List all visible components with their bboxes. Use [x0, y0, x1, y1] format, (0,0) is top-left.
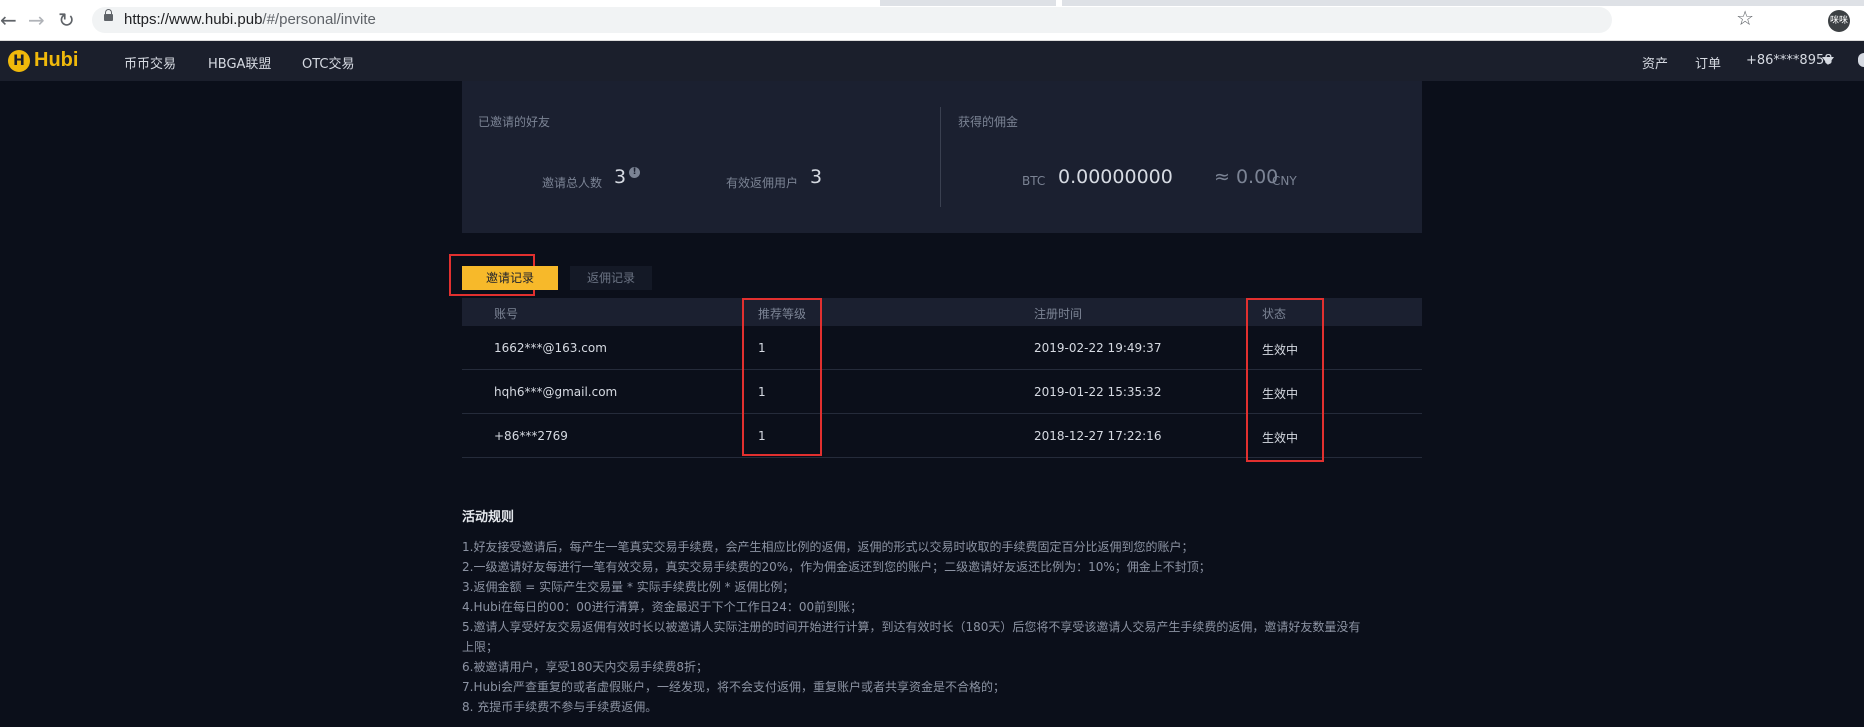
cny-label: CNY	[1272, 174, 1297, 188]
app-header: H Hubi 币币交易 HBGA联盟 OTC交易 资产 订单 +86****89…	[0, 41, 1864, 81]
commission-title: 获得的佣金	[958, 115, 1019, 129]
btc-value: 0.00000000	[1058, 166, 1173, 188]
nav-orders[interactable]: 订单	[1695, 53, 1721, 72]
header-account: 账号	[494, 307, 519, 321]
invite-stats-panel: 已邀请的好友 邀请总人数 3 ! 有效返佣用户 3 获得的佣金 BTC 0.00…	[462, 81, 1422, 233]
rule-line: 2.一级邀请好友每进行一笔有效交易，真实交易手续费的20%，作为佣金返还到您的账…	[462, 560, 1211, 574]
time-cell: 2019-01-22 15:35:32	[1034, 385, 1162, 399]
hubi-logo-text: Hubi	[34, 49, 79, 71]
status-column-highlight	[1246, 298, 1324, 462]
back-icon[interactable]: ←	[0, 10, 17, 30]
user-account-menu[interactable]: +86****8958	[1746, 53, 1833, 68]
url-host: https://www.hubi.pub	[124, 11, 263, 28]
nav-otc-trading[interactable]: OTC交易	[302, 53, 355, 72]
rule-line: 1.好友接受邀请后，每产生一笔真实交易手续费，会产生相应比例的返佣，返佣的形式以…	[462, 540, 1194, 554]
reload-icon[interactable]: ↻	[58, 10, 75, 30]
account-cell: hqh6***@gmail.com	[494, 385, 618, 399]
profile-avatar[interactable]: 咪咪	[1828, 10, 1850, 32]
total-invited-label: 邀请总人数	[542, 176, 603, 190]
rule-line: 7.Hubi会严查重复的或者虚假账户，一经发现，将不会支付返佣，重复账户或者共享…	[462, 680, 1006, 694]
account-cell: +86***2769	[494, 429, 568, 443]
rule-line: 5.邀请人享受好友交易返佣有效时长以被邀请人实际注册的时间开始进行计算，到达有效…	[462, 620, 1361, 634]
invited-friends-title: 已邀请的好友	[478, 115, 551, 129]
info-icon[interactable]: !	[629, 167, 640, 178]
url-text[interactable]: https://www.hubi.pub/#/personal/invite	[124, 11, 376, 28]
header-register-time: 注册时间	[1034, 307, 1083, 321]
hubi-logo-mark: H	[8, 50, 30, 72]
nav-coin-trading[interactable]: 币币交易	[124, 53, 176, 72]
rules-title: 活动规则	[462, 510, 515, 525]
browser-toolbar: ← → ↻ https://www.hubi.pub/#/personal/in…	[0, 0, 1864, 41]
lock-icon	[104, 9, 113, 21]
bookmark-star-icon[interactable]: ☆	[1736, 8, 1754, 28]
time-cell: 2018-12-27 17:22:16	[1034, 429, 1162, 443]
url-path: /#/personal/invite	[262, 11, 376, 28]
cny-value: ≈ 0.00	[1214, 166, 1279, 188]
rule-line: 6.被邀请用户，享受180天内交易手续费8折；	[462, 660, 708, 674]
rule-line: 3.返佣金额 = 实际产生交易量 * 实际手续费比例 * 返佣比例；	[462, 580, 795, 594]
total-invited-value: 3	[614, 166, 627, 188]
activity-rules: 活动规则 1.好友接受邀请后，每产生一笔真实交易手续费，会产生相应比例的返佣，返…	[462, 506, 1422, 717]
stats-divider	[940, 107, 941, 207]
rule-line: 上限；	[462, 640, 499, 654]
nav-hbga-alliance[interactable]: HBGA联盟	[208, 53, 271, 72]
nav-assets[interactable]: 资产	[1642, 53, 1668, 72]
account-cell: 1662***@163.com	[494, 341, 607, 355]
level-column-highlight	[742, 298, 822, 456]
btc-label: BTC	[1022, 174, 1046, 188]
rule-line: 8. 充提币手续费不参与手续费返佣。	[462, 700, 658, 714]
rule-line: 4.Hubi在每日的00：00进行清算，资金最迟于下个工作日24：00前到账；	[462, 600, 863, 614]
forward-icon[interactable]: →	[28, 10, 45, 30]
valid-users-value: 3	[810, 166, 823, 188]
tab-commission-records[interactable]: 返佣记录	[570, 266, 652, 290]
tab-invite-records[interactable]: 邀请记录	[462, 266, 558, 290]
tab-strip-gap	[880, 0, 1056, 6]
caret-down-icon[interactable]	[1822, 57, 1834, 65]
time-cell: 2019-02-22 19:49:37	[1034, 341, 1162, 355]
valid-users-label: 有效返佣用户	[726, 176, 799, 190]
partial-icon[interactable]	[1858, 53, 1864, 67]
address-bar[interactable]: https://www.hubi.pub/#/personal/invite	[92, 7, 1612, 33]
